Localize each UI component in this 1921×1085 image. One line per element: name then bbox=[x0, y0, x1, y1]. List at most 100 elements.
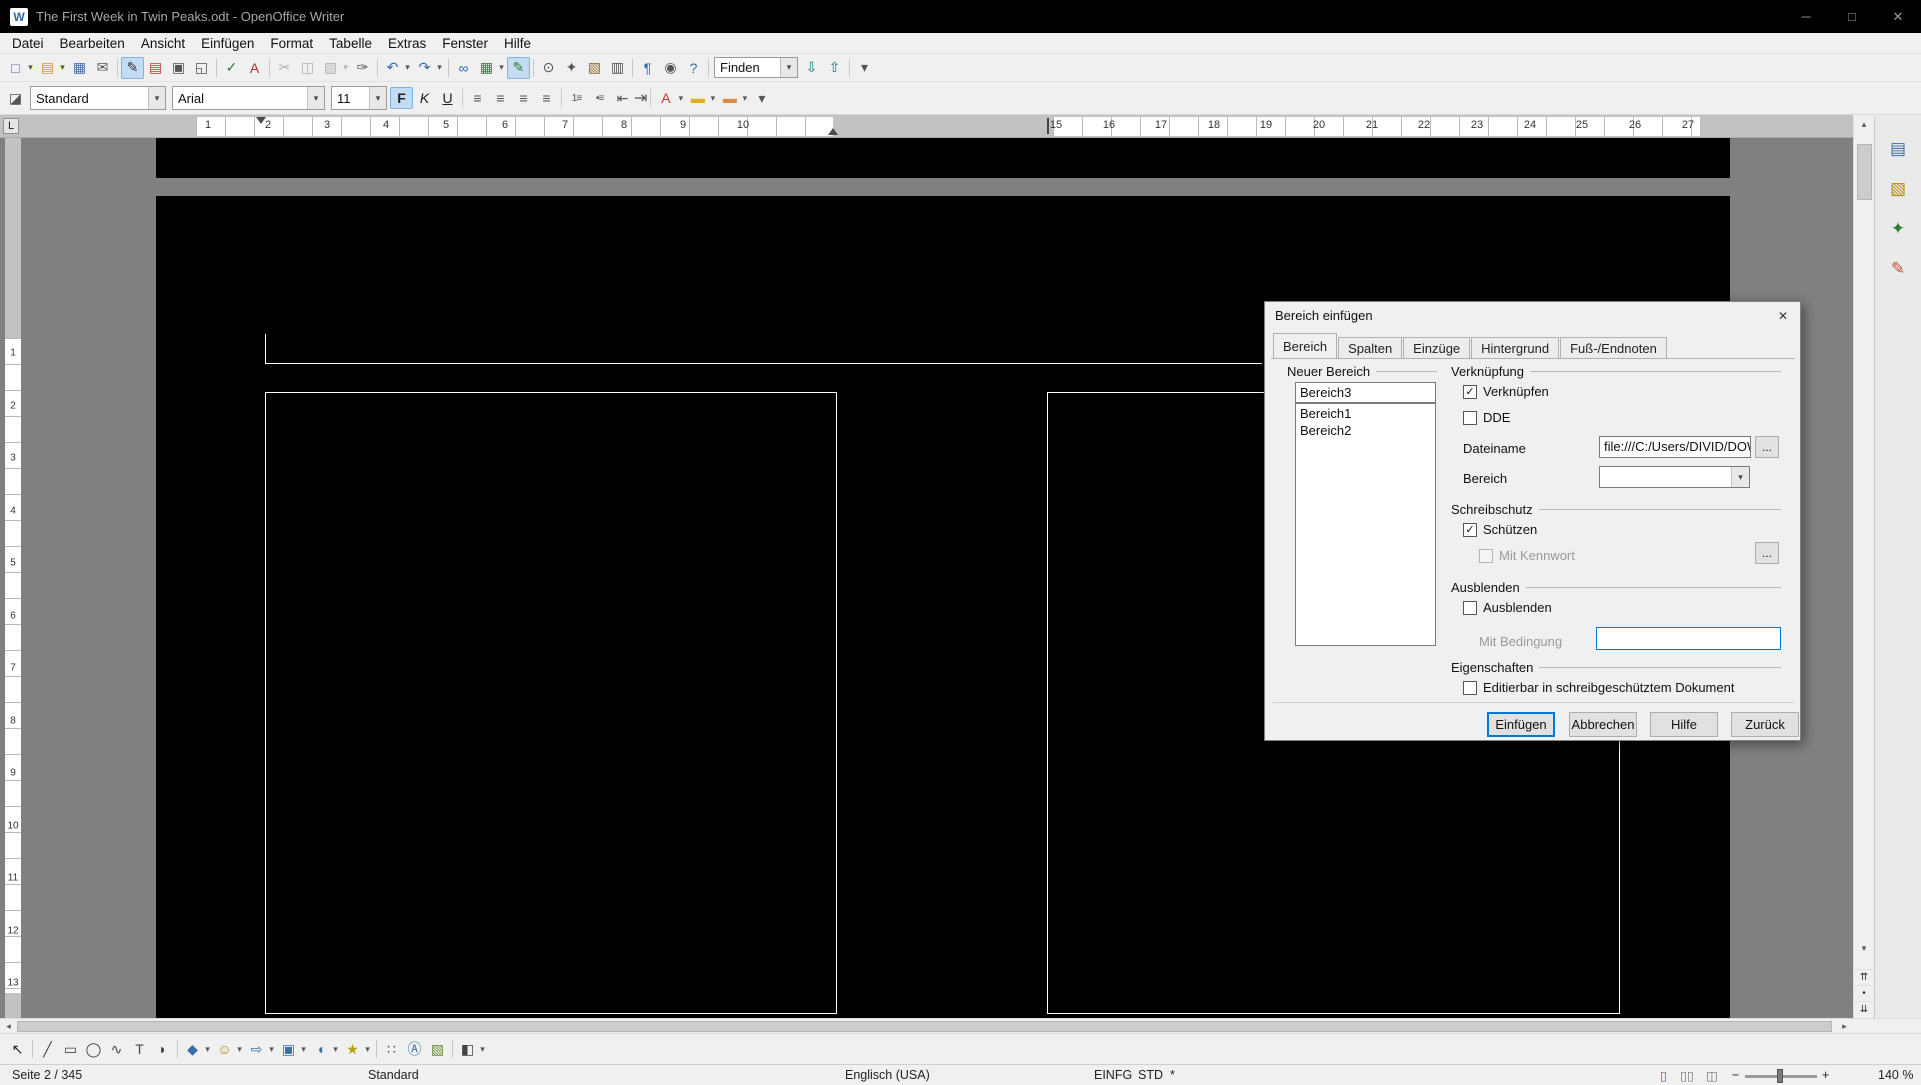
line-icon[interactable]: ╱ bbox=[36, 1038, 59, 1060]
schuetzen-checkbox[interactable]: ✓ bbox=[1463, 523, 1477, 537]
tab-fuss-endnoten[interactable]: Fuß-/Endnoten bbox=[1560, 337, 1667, 358]
tab-spalten[interactable]: Spalten bbox=[1338, 337, 1402, 358]
right-indent-marker[interactable] bbox=[828, 128, 838, 135]
decrease-indent-icon[interactable]: ⇤ bbox=[611, 87, 634, 109]
copy-icon[interactable]: ◫ bbox=[296, 57, 319, 79]
callouts-icon[interactable]: ◗ bbox=[151, 1038, 174, 1060]
sidebar-properties-icon[interactable]: ▤ bbox=[1885, 136, 1911, 162]
find-previous-icon[interactable]: ⇧ bbox=[823, 57, 846, 79]
open-folder-icon[interactable]: ▤ bbox=[36, 57, 59, 79]
highlighting-icon[interactable]: ▬ bbox=[686, 87, 709, 109]
ausblenden-checkbox[interactable] bbox=[1463, 601, 1477, 615]
numbered-list-icon[interactable]: 1≡ bbox=[565, 87, 588, 109]
section-name-input[interactable]: Bereich3 bbox=[1295, 382, 1436, 403]
select-icon[interactable]: ↖ bbox=[6, 1038, 29, 1060]
menu-hilfe[interactable]: Hilfe bbox=[496, 36, 539, 51]
font-size-combo[interactable]: 11 ▾ bbox=[331, 86, 387, 110]
cut-icon[interactable]: ✂ bbox=[273, 57, 296, 79]
hyperlink-icon[interactable]: ∞ bbox=[452, 57, 475, 79]
font-color-dropdown-icon[interactable]: ▾ bbox=[675, 87, 686, 109]
first-line-indent-marker[interactable] bbox=[256, 117, 266, 124]
font-color-icon[interactable]: A bbox=[654, 87, 677, 109]
italic-icon[interactable]: K bbox=[413, 87, 436, 109]
scrollbar-thumb[interactable] bbox=[1857, 144, 1872, 200]
edit-file-icon[interactable]: ✎ bbox=[121, 57, 144, 79]
symbol-shapes-dropdown-icon[interactable]: ▾ bbox=[234, 1038, 245, 1060]
scrollbar-thumb[interactable] bbox=[17, 1021, 1832, 1032]
dialog-titlebar[interactable]: Bereich einfügen ✕ bbox=[1265, 302, 1800, 329]
document-page-previous[interactable] bbox=[156, 138, 1730, 178]
font-name-combo[interactable]: Arial ▾ bbox=[172, 86, 325, 110]
basic-shapes-icon[interactable]: ◆ bbox=[181, 1038, 204, 1060]
align-center-icon[interactable]: ≡ bbox=[489, 87, 512, 109]
styles-formatting-icon[interactable]: ◪ bbox=[4, 87, 27, 109]
menu-ansicht[interactable]: Ansicht bbox=[133, 36, 193, 51]
rectangle-icon[interactable]: ▭ bbox=[59, 1038, 82, 1060]
password-browse-button[interactable]: ... bbox=[1755, 542, 1779, 564]
align-left-icon[interactable]: ≡ bbox=[466, 87, 489, 109]
undo-icon[interactable]: ↶ bbox=[381, 57, 404, 79]
filename-input[interactable]: file:///C:/Users/DIVID/DOWN bbox=[1599, 436, 1751, 458]
font-name-dropdown-icon[interactable]: ▾ bbox=[307, 87, 324, 109]
symbol-shapes-icon[interactable]: ☺ bbox=[213, 1038, 236, 1060]
redo-dropdown-icon[interactable]: ▾ bbox=[434, 57, 445, 79]
navigator-icon[interactable]: ✦ bbox=[560, 57, 583, 79]
tab-stop-selector[interactable]: L bbox=[3, 118, 19, 134]
horizontal-scrollbar[interactable]: ◂ ▸ bbox=[0, 1018, 1921, 1033]
section-list-item[interactable]: Bereich2 bbox=[1296, 422, 1435, 439]
zoom-level[interactable]: 140 % bbox=[1878, 1068, 1913, 1082]
zoom-out-icon[interactable]: − bbox=[1732, 1068, 1739, 1082]
sidebar-gallery-icon[interactable]: ▧ bbox=[1885, 176, 1911, 202]
scroll-left-icon[interactable]: ◂ bbox=[0, 1019, 17, 1033]
find-next-icon[interactable]: ⇩ bbox=[800, 57, 823, 79]
fontwork-icon[interactable]: Ⓐ bbox=[403, 1038, 426, 1060]
chevron-down-icon[interactable]: ▾ bbox=[1731, 467, 1749, 487]
callout-shapes-dropdown-icon[interactable]: ▾ bbox=[330, 1038, 341, 1060]
scroll-up-icon[interactable]: ▴ bbox=[1854, 116, 1874, 133]
spellcheck-icon[interactable]: ✓ bbox=[220, 57, 243, 79]
print-icon[interactable]: ▣ bbox=[167, 57, 190, 79]
background-color-icon[interactable]: ▬ bbox=[718, 87, 741, 109]
menu-extras[interactable]: Extras bbox=[380, 36, 434, 51]
zoom-icon[interactable]: ◉ bbox=[659, 57, 682, 79]
export-pdf-icon[interactable]: ▤ bbox=[144, 57, 167, 79]
bold-icon[interactable]: F bbox=[390, 87, 413, 109]
editierbar-checkbox[interactable] bbox=[1463, 681, 1477, 695]
new-document-icon[interactable]: □ bbox=[4, 57, 27, 79]
block-arrows-icon[interactable]: ⇨ bbox=[245, 1038, 268, 1060]
flowchart-dropdown-icon[interactable]: ▾ bbox=[298, 1038, 309, 1060]
paragraph-style-combo[interactable]: Standard ▾ bbox=[30, 86, 166, 110]
paste-dropdown-icon[interactable]: ▾ bbox=[340, 57, 351, 79]
basic-shapes-dropdown-icon[interactable]: ▾ bbox=[202, 1038, 213, 1060]
maximize-button[interactable]: □ bbox=[1829, 0, 1875, 33]
justify-icon[interactable]: ≡ bbox=[535, 87, 558, 109]
draw-functions-icon[interactable]: ✎ bbox=[507, 57, 530, 79]
align-right-icon[interactable]: ≡ bbox=[512, 87, 535, 109]
data-sources-icon[interactable]: ▥ bbox=[606, 57, 629, 79]
autospellcheck-icon[interactable]: A bbox=[243, 57, 266, 79]
menu-bearbeiten[interactable]: Bearbeiten bbox=[52, 36, 133, 51]
view-layout-single-icon[interactable]: ▯ bbox=[1660, 1068, 1667, 1083]
verknuepfen-checkbox[interactable]: ✓ bbox=[1463, 385, 1477, 399]
block-arrows-dropdown-icon[interactable]: ▾ bbox=[266, 1038, 277, 1060]
previous-page-icon[interactable]: ⇈ bbox=[1854, 969, 1874, 984]
selection-mode-indicator[interactable]: STD bbox=[1138, 1068, 1163, 1082]
page-style-indicator[interactable]: Standard bbox=[368, 1068, 419, 1082]
find-input[interactable]: Finden ▾ bbox=[714, 57, 798, 78]
text-icon[interactable]: T bbox=[128, 1038, 151, 1060]
filename-browse-button[interactable]: ... bbox=[1755, 436, 1779, 458]
find-dropdown-icon[interactable]: ▾ bbox=[780, 58, 797, 77]
help-icon[interactable]: ? bbox=[682, 57, 705, 79]
menu-format[interactable]: Format bbox=[262, 36, 321, 51]
background-dropdown-icon[interactable]: ▾ bbox=[739, 87, 750, 109]
open-dropdown-icon[interactable]: ▾ bbox=[57, 57, 68, 79]
help-button[interactable]: Hilfe bbox=[1650, 712, 1718, 737]
underline-icon[interactable]: U bbox=[436, 87, 459, 109]
menu-fenster[interactable]: Fenster bbox=[434, 36, 496, 51]
tab-einzuege[interactable]: Einzüge bbox=[1403, 337, 1470, 358]
insert-button[interactable]: Einfügen bbox=[1487, 712, 1555, 737]
language-indicator[interactable]: Englisch (USA) bbox=[845, 1068, 930, 1082]
tab-bereich[interactable]: Bereich bbox=[1273, 333, 1337, 358]
star-shapes-icon[interactable]: ★ bbox=[341, 1038, 364, 1060]
view-layout-multi-icon[interactable]: ▯▯ bbox=[1680, 1068, 1694, 1083]
